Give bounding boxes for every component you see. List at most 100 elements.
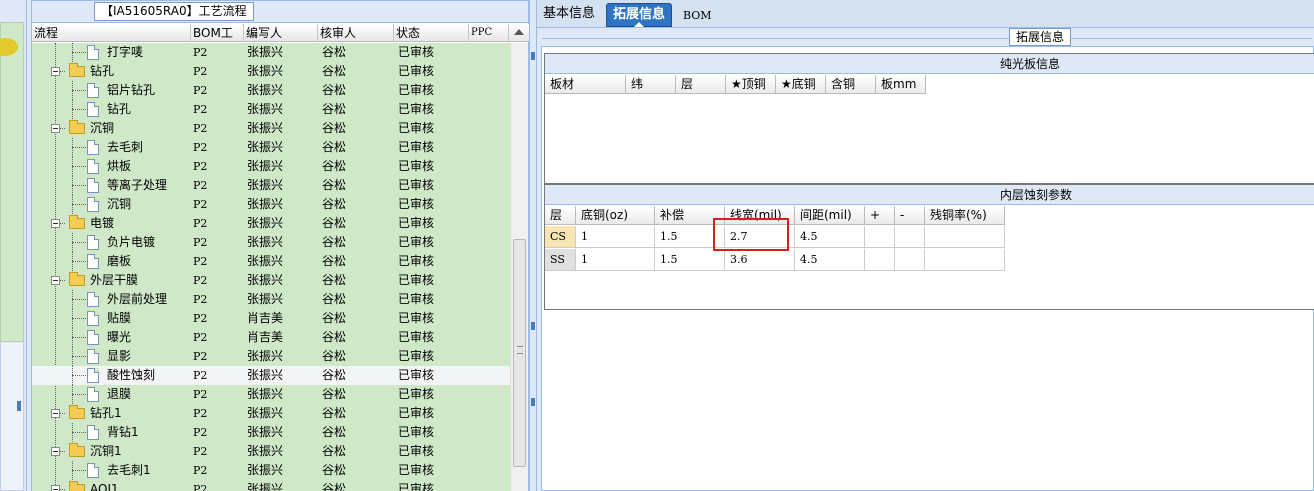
tree-folder-row[interactable]: 电镀 P2 张振兴 谷松 已审核 [32,214,510,233]
tree-node-label: 显影 [107,349,132,363]
tree-scrollbar[interactable] [510,43,528,491]
grid-cell-compensation[interactable]: 1.5 [655,249,725,271]
tree-folder-row[interactable]: 沉铜 P2 张振兴 谷松 已审核 [32,119,510,138]
document-icon [87,178,99,193]
tree-cell-reviewer: 谷松 [322,121,347,135]
tree-row[interactable]: 酸性蚀刻 P2 张振兴 谷松 已审核 [32,366,510,385]
tree-folder-row[interactable]: AOI1 P2 张振兴 谷松 已审核 [32,480,510,491]
collapse-toggle-icon[interactable] [51,447,60,456]
column-header-reviewer[interactable]: 核审人 [318,24,394,42]
tree-node-label: 贴膜 [107,311,132,325]
grid-cell-layer[interactable]: SS [545,249,576,271]
column-header-ppc[interactable]: PPC [469,24,509,42]
grid-cell-plus[interactable] [865,226,895,248]
tree-row[interactable]: 曝光 P2 肖吉美 谷松 已审核 [32,328,510,347]
tree-folder-row[interactable]: 钻孔 P2 张振兴 谷松 已审核 [32,62,510,81]
grid-cell-spacing[interactable]: 4.5 [795,249,865,271]
tree-row[interactable]: 显影 P2 张振兴 谷松 已审核 [32,347,510,366]
tree-row[interactable]: 磨板 P2 张振兴 谷松 已审核 [32,252,510,271]
grid-header-layer[interactable]: 层 [545,206,576,225]
grid-cell-minus[interactable] [895,249,925,271]
tree-row[interactable]: 退膜 P2 张振兴 谷松 已审核 [32,385,510,404]
tree-row[interactable]: 等离子处理 P2 张振兴 谷松 已审核 [32,176,510,195]
tree-node-label: 铝片钻孔 [107,83,156,97]
column-header-flow[interactable]: 流程 [32,24,191,42]
folder-icon [69,120,85,134]
tree-cell-writer: 张振兴 [247,368,284,382]
document-icon [87,102,99,117]
tree-cell-plant: P2 [193,141,208,154]
tree-connector-line [72,204,86,205]
tree-folder-row[interactable]: 沉铜1 P2 张振兴 谷松 已审核 [32,442,510,461]
tab-bom[interactable]: BOM [677,5,718,29]
grid-header-plus[interactable]: + [865,206,895,225]
tree-cell-writer: 张振兴 [247,45,284,59]
tree-cell-plant: P2 [193,236,208,249]
splitter-grip-icon[interactable] [531,398,535,406]
grid-cell-residual-copper[interactable] [925,249,1005,271]
tree-row[interactable]: 背钻1 P2 张振兴 谷松 已审核 [32,423,510,442]
collapse-toggle-icon[interactable] [51,485,60,491]
tree-cell-writer: 张振兴 [247,64,284,78]
tree-folder-row[interactable]: 钻孔1 P2 张振兴 谷松 已审核 [32,404,510,423]
tree-row[interactable]: 外层前处理 P2 张振兴 谷松 已审核 [32,290,510,309]
collapse-grip-icon[interactable] [17,401,21,411]
collapse-toggle-icon[interactable] [51,276,60,285]
tree-row[interactable]: 负片电镀 P2 张振兴 谷松 已审核 [32,233,510,252]
grid-cell-base-copper[interactable]: 1 [576,226,655,248]
collapse-toggle-icon[interactable] [51,219,60,228]
collapse-toggle-icon[interactable] [51,124,60,133]
document-icon [87,349,99,364]
tree-row[interactable]: 钻孔 P2 张振兴 谷松 已审核 [32,100,510,119]
tree-row[interactable]: 贴膜 P2 肖吉美 谷松 已审核 [32,309,510,328]
grid-cell-plus[interactable] [865,249,895,271]
tree-node-label: 背钻1 [107,425,139,439]
grid-header-spacing[interactable]: 间距(mil) [795,206,865,225]
tree-row[interactable]: 去毛刺1 P2 张振兴 谷松 已审核 [32,461,510,480]
grid-header-residual-copper[interactable]: 残铜率(%) [925,206,1005,225]
grid-cell-line-width[interactable]: 3.6 [725,249,795,271]
grid-header-board-thickness[interactable]: 板mm [876,75,926,94]
grid-cell-minus[interactable] [895,226,925,248]
tree-cell-status: 已审核 [398,463,435,477]
collapse-toggle-icon[interactable] [51,409,60,418]
column-header-status[interactable]: 状态 [394,24,469,42]
grid-cell-base-copper[interactable]: 1 [576,249,655,271]
grid-header-copper-content[interactable]: 含铜 [826,75,876,94]
tree-row[interactable]: 打字唛 P2 张振兴 谷松 已审核 [32,43,510,62]
tab-basic-info[interactable]: 基本信息 [537,3,601,27]
grid-header-layer[interactable]: 层 [676,75,726,94]
tree-cell-status: 已审核 [398,216,435,230]
splitter-grip-icon[interactable] [531,52,535,60]
tree-scroll-thumb[interactable] [513,239,526,467]
column-header-writer[interactable]: 编写人 [244,24,318,42]
tab-extended-info[interactable]: 拓展信息 [606,3,673,27]
scroll-up-arrow-icon[interactable] [514,29,524,35]
document-icon [87,311,99,326]
grid-header-board-material[interactable]: 板材 [545,75,626,94]
tree-cell-reviewer: 谷松 [322,482,347,491]
grid-cell-layer[interactable]: CS [545,226,576,248]
left-panel-body [0,22,24,342]
tree-row[interactable]: 去毛刺 P2 张振兴 谷松 已审核 [32,138,510,157]
grid-header-top-copper[interactable]: ★顶铜 [726,75,776,94]
tree-cell-reviewer: 谷松 [322,197,347,211]
grid-header-weft[interactable]: 纬 [626,75,676,94]
tree-connector-line [72,90,86,91]
grid-header-base-copper[interactable]: 底铜(oz) [576,206,655,225]
tree-row[interactable]: 铝片钻孔 P2 张振兴 谷松 已审核 [32,81,510,100]
collapse-toggle-icon[interactable] [51,67,60,76]
tree-row[interactable]: 烘板 P2 张振兴 谷松 已审核 [32,157,510,176]
tree-row[interactable]: 沉铜 P2 张振兴 谷松 已审核 [32,195,510,214]
grid-cell-spacing[interactable]: 4.5 [795,226,865,248]
grid-header-bottom-copper[interactable]: ★底铜 [776,75,826,94]
panel-splitter[interactable] [529,0,537,491]
grid-header-minus[interactable]: - [895,206,925,225]
tree-cell-status: 已审核 [398,387,435,401]
tree-folder-row[interactable]: 外层干膜 P2 张振兴 谷松 已审核 [32,271,510,290]
tree-cell-status: 已审核 [398,444,435,458]
column-header-bom-plant[interactable]: BOM工厂 [191,24,244,58]
grid-cell-residual-copper[interactable] [925,226,1005,248]
splitter-grip-icon[interactable] [531,322,535,330]
tree-node-label: 钻孔 [90,64,115,78]
